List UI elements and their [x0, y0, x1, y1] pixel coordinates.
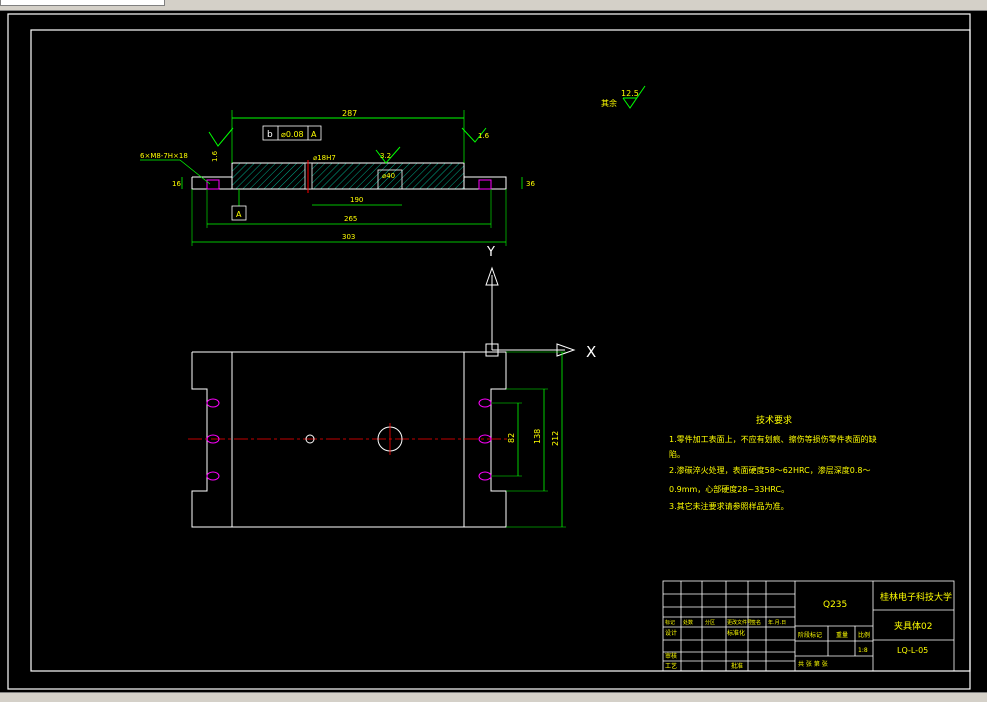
vertical-scrollbar[interactable] [975, 11, 987, 692]
title-block-text: Q235 桂林电子科技大学 夹具体02 LQ-L-05 阶段标记 重量 比例 1… [665, 591, 952, 670]
datum-label: A [236, 210, 242, 219]
row-label-0: 标记 [665, 619, 675, 626]
section-view: 287 b ⌀0.08 A 1.6 1.6 3.2 ⌀18H7 ⌀40 6×M8… [140, 109, 535, 246]
row-label-2: 分区 [705, 619, 715, 626]
tech-req-line-3: 2.渗碳淬火处理，表面硬度58～62HRC，渗层深度0.8～ [669, 465, 870, 475]
plan-view: 82 138 212 [188, 351, 566, 528]
material-text: Q235 [823, 600, 847, 610]
row-label-3: 更改文件号 [727, 619, 752, 626]
thread-hole-left [206, 179, 220, 190]
school-text: 桂林电子科技大学 [880, 591, 952, 603]
section-hatch-body [231, 162, 465, 190]
plan-thread-left-3 [206, 471, 220, 481]
std-label: 标准化 [727, 629, 745, 637]
tolerance-symbol: b [267, 130, 273, 140]
dim-inner-text: 82 [507, 433, 516, 443]
thread-callout: 6×M8-7H×18 [140, 152, 188, 160]
scale-value: 1:8 [858, 647, 868, 654]
axis-y-label: Y [486, 245, 495, 260]
dim-287-text: 287 [342, 109, 357, 118]
left-label-review: 审核 [665, 652, 677, 660]
tech-requirements: 技术要求 1.零件加工表面上，不应有划痕、擦伤等损伤零件表面的缺 陷。 2.渗碳… [669, 414, 877, 511]
scale-label: 比例 [858, 631, 870, 639]
plan-outline [191, 351, 507, 528]
dim-265-text: 265 [344, 215, 357, 223]
stage-label: 阶段标记 [798, 631, 822, 639]
axis-x-label: X [586, 343, 596, 361]
row-label-1: 处数 [683, 619, 693, 626]
height-right-text: 36 [526, 180, 535, 188]
dim-overall-text: 303 [342, 233, 355, 241]
dim-190-text: 190 [350, 196, 363, 204]
tolerance-value: ⌀0.08 [281, 130, 304, 139]
approve-label: 批准 [731, 662, 743, 670]
roughness-right-text: 1.6 [478, 132, 490, 140]
plan-thread-right-3 [478, 471, 492, 481]
roughness-left-text: 1.6 [211, 150, 219, 162]
left-label-design: 设计 [665, 629, 677, 637]
ucs-icon: Y X [485, 245, 596, 361]
tech-req-line-4: 0.9mm，心部硬度28~33HRC。 [669, 484, 789, 494]
part-name-text: 夹具体02 [894, 620, 932, 632]
dim-mid-text: 138 [533, 429, 542, 444]
roughness-mid-text: 3.2 [380, 152, 391, 160]
plan-thread-right-1 [478, 398, 492, 408]
left-label-process: 工艺 [665, 662, 677, 670]
hole-label-40: ⌀40 [382, 172, 395, 180]
drawing-no-text: LQ-L-05 [897, 646, 928, 655]
cad-drawing-canvas[interactable]: 12.5 其余 287 b ⌀0.08 A 1.6 1.6 3.2 ⌀18H7 … [0, 0, 987, 701]
weight-label: 重量 [836, 631, 848, 639]
hole-label-18h7: ⌀18H7 [313, 154, 336, 162]
row-label-5: 年.月.日 [768, 619, 786, 626]
tolerance-datum: A [311, 130, 317, 139]
plan-thread-left-1 [206, 398, 220, 408]
roughness-note: 12.5 其余 [601, 85, 646, 109]
tech-req-title: 技术要求 [756, 414, 792, 426]
roughness-symbol-left [208, 127, 234, 147]
tech-req-line-2: 陷。 [669, 449, 685, 459]
tech-req-line-5: 3.其它未注要求请参照样品为准。 [669, 501, 789, 511]
dim-outer-text: 212 [551, 431, 560, 446]
roughness-note-value: 12.5 [621, 89, 639, 98]
tech-req-line-1: 1.零件加工表面上，不应有划痕、擦伤等损伤零件表面的缺 [669, 434, 877, 444]
row-label-4: 签名 [751, 619, 761, 626]
thread-hole-right [478, 179, 492, 190]
roughness-note-label: 其余 [601, 98, 617, 108]
sheets-text: 共 张 第 张 [798, 660, 828, 668]
height-left-text: 16 [172, 180, 181, 188]
